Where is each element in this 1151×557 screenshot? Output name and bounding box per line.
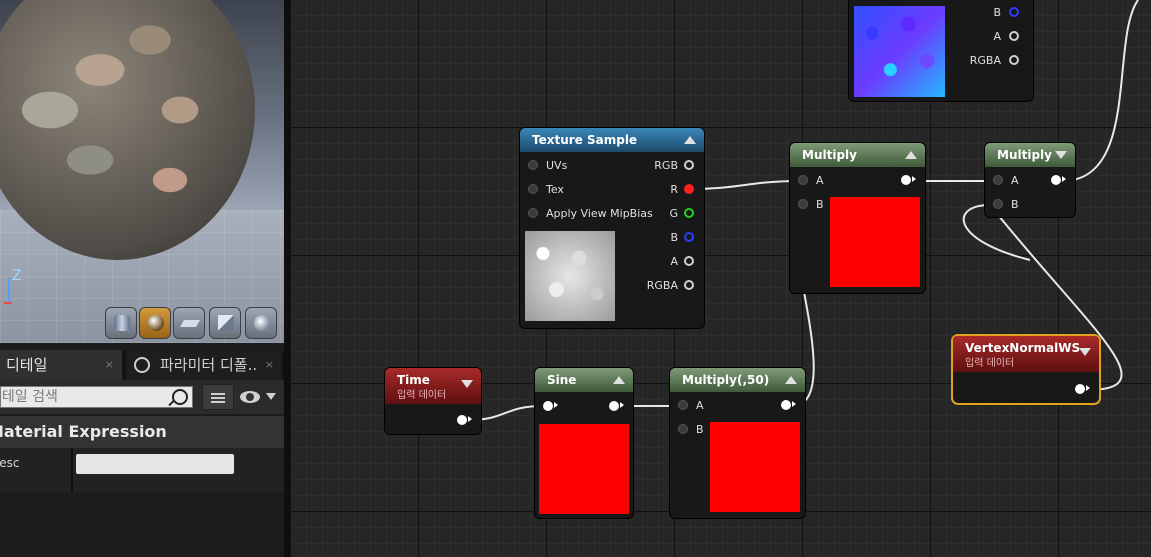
pin-in-apply-view-mipbias[interactable]: Apply View MipBias <box>528 207 653 221</box>
wire-texture-r-to-multiply-a <box>689 180 801 190</box>
expand-arrow-icon[interactable] <box>461 380 473 388</box>
axis-z-label: Z <box>12 268 22 284</box>
pin-out[interactable] <box>781 399 796 413</box>
multiply-50-node-preview <box>710 422 800 512</box>
axis-z-line <box>8 278 10 304</box>
time-node[interactable]: Time 입력 데이터 <box>385 368 481 434</box>
time-node-header[interactable]: Time 입력 데이터 <box>385 368 481 404</box>
property-matrix-button[interactable] <box>202 384 234 410</box>
details-tab-bar: 디테일 × 파라미터 디폴.. × <box>0 350 284 380</box>
pin-out-rgba[interactable]: RGBA <box>647 279 694 293</box>
normal-map-preview <box>854 6 945 97</box>
tab-parameter-defaults[interactable]: 파라미터 디폴.. × <box>126 350 282 380</box>
cube-preview-button[interactable] <box>209 307 241 339</box>
tab-details-label: 디테일 <box>6 356 48 374</box>
cylinder-icon <box>114 315 130 331</box>
search-icon <box>172 389 188 405</box>
pin-out[interactable] <box>1075 383 1090 397</box>
sine-node-header[interactable]: Sine <box>535 368 633 392</box>
pin-out-rgb[interactable]: RGB <box>654 159 694 173</box>
tab-details-close-icon[interactable]: × <box>105 350 114 380</box>
expand-arrow-icon[interactable] <box>1055 151 1067 159</box>
texture-sample-node[interactable]: Texture Sample UVs Tex Apply View MipBia… <box>520 128 704 328</box>
pin-out-r[interactable]: R <box>670 183 694 197</box>
pin-out[interactable] <box>1051 174 1066 188</box>
pin-in-b[interactable]: B <box>678 423 704 437</box>
tab-details[interactable]: 디테일 × <box>0 350 122 380</box>
axis-x-line <box>4 302 12 304</box>
vertex-normal-ws-node[interactable]: VertexNormalWS 입력 데이터 <box>953 336 1099 403</box>
multiply-node-2-header[interactable]: Multiply <box>985 143 1075 167</box>
section-header-material-expression[interactable]: Material Expression <box>0 416 284 448</box>
multiply-node-1[interactable]: Multiply A B <box>790 143 925 293</box>
pin-out-g[interactable]: G <box>669 207 694 221</box>
left-panel: Z 디테일 × 파라미터 디폴.. × 테일 검색 Material Expre… <box>0 0 284 557</box>
grid-list-icon <box>211 391 225 403</box>
section-title: Material Expression <box>0 422 167 441</box>
property-row-desc: Desc <box>0 448 284 492</box>
details-search-placeholder: 디테일 검색 <box>1 389 58 405</box>
cube-icon <box>218 315 234 331</box>
sine-node-preview <box>539 424 629 514</box>
texture-sample-header[interactable]: Texture Sample <box>520 128 704 152</box>
sphere-preview-button[interactable] <box>139 307 171 339</box>
collapse-arrow-icon[interactable] <box>684 136 696 144</box>
sphere-icon <box>148 315 164 331</box>
pin-out-b-top[interactable]: B <box>993 6 1019 20</box>
multiply-node-1-header[interactable]: Multiply <box>790 143 925 167</box>
material-graph-canvas[interactable]: B A RGBA Texture Sample UVs Tex Apply Vi… <box>290 0 1151 557</box>
collapse-arrow-icon[interactable] <box>613 376 625 384</box>
pin-in[interactable] <box>543 400 558 414</box>
multiply-node-2[interactable]: Multiply A B <box>985 143 1075 217</box>
multiply-node-1-preview <box>830 197 920 287</box>
pin-out[interactable] <box>609 400 624 414</box>
expand-arrow-icon[interactable] <box>1079 348 1091 356</box>
texture-sample-node-top[interactable]: B A RGBA <box>849 0 1033 101</box>
pin-out-rgba-top[interactable]: RGBA <box>970 54 1019 68</box>
pin-in-b[interactable]: B <box>798 198 824 212</box>
cylinder-preview-button[interactable] <box>105 307 137 339</box>
collapse-arrow-icon[interactable] <box>905 151 917 159</box>
pin-out-a[interactable]: A <box>670 255 694 269</box>
material-preview-viewport[interactable]: Z <box>0 0 284 343</box>
pin-in-a[interactable]: A <box>678 399 704 413</box>
view-options-dropdown[interactable] <box>238 388 282 408</box>
pin-out-a-top[interactable]: A <box>993 30 1019 44</box>
tab-parameter-close-icon[interactable]: × <box>265 350 274 380</box>
sine-node[interactable]: Sine <box>535 368 633 518</box>
pin-in-tex[interactable]: Tex <box>528 183 564 197</box>
pin-in-a[interactable]: A <box>798 174 824 188</box>
pin-out[interactable] <box>457 414 472 428</box>
pin-in-uvs[interactable]: UVs <box>528 159 567 173</box>
plane-preview-button[interactable] <box>173 307 205 339</box>
teapot-icon <box>254 315 270 331</box>
plane-icon <box>179 320 201 327</box>
details-search-row: 디테일 검색 <box>0 380 284 414</box>
pin-out[interactable] <box>901 174 916 188</box>
desc-input[interactable] <box>76 454 234 474</box>
multiply-50-node[interactable]: Multiply(,50) A B <box>670 368 805 518</box>
vertex-normal-ws-header[interactable]: VertexNormalWS 입력 데이터 <box>953 336 1099 372</box>
property-column-divider[interactable] <box>71 448 73 492</box>
pin-in-a[interactable]: A <box>993 174 1019 188</box>
property-label-desc: Desc <box>0 456 20 470</box>
custom-mesh-preview-button[interactable] <box>245 307 277 339</box>
texture-thumbnail <box>525 231 615 321</box>
chevron-down-icon <box>266 393 276 400</box>
multiply-50-node-header[interactable]: Multiply(,50) <box>670 368 805 392</box>
magnifier-icon <box>134 357 150 373</box>
pin-in-b[interactable]: B <box>993 198 1019 212</box>
details-search-input[interactable]: 디테일 검색 <box>0 386 193 408</box>
pin-out-b[interactable]: B <box>670 231 694 245</box>
collapse-arrow-icon[interactable] <box>785 376 797 384</box>
eye-icon <box>240 391 260 403</box>
